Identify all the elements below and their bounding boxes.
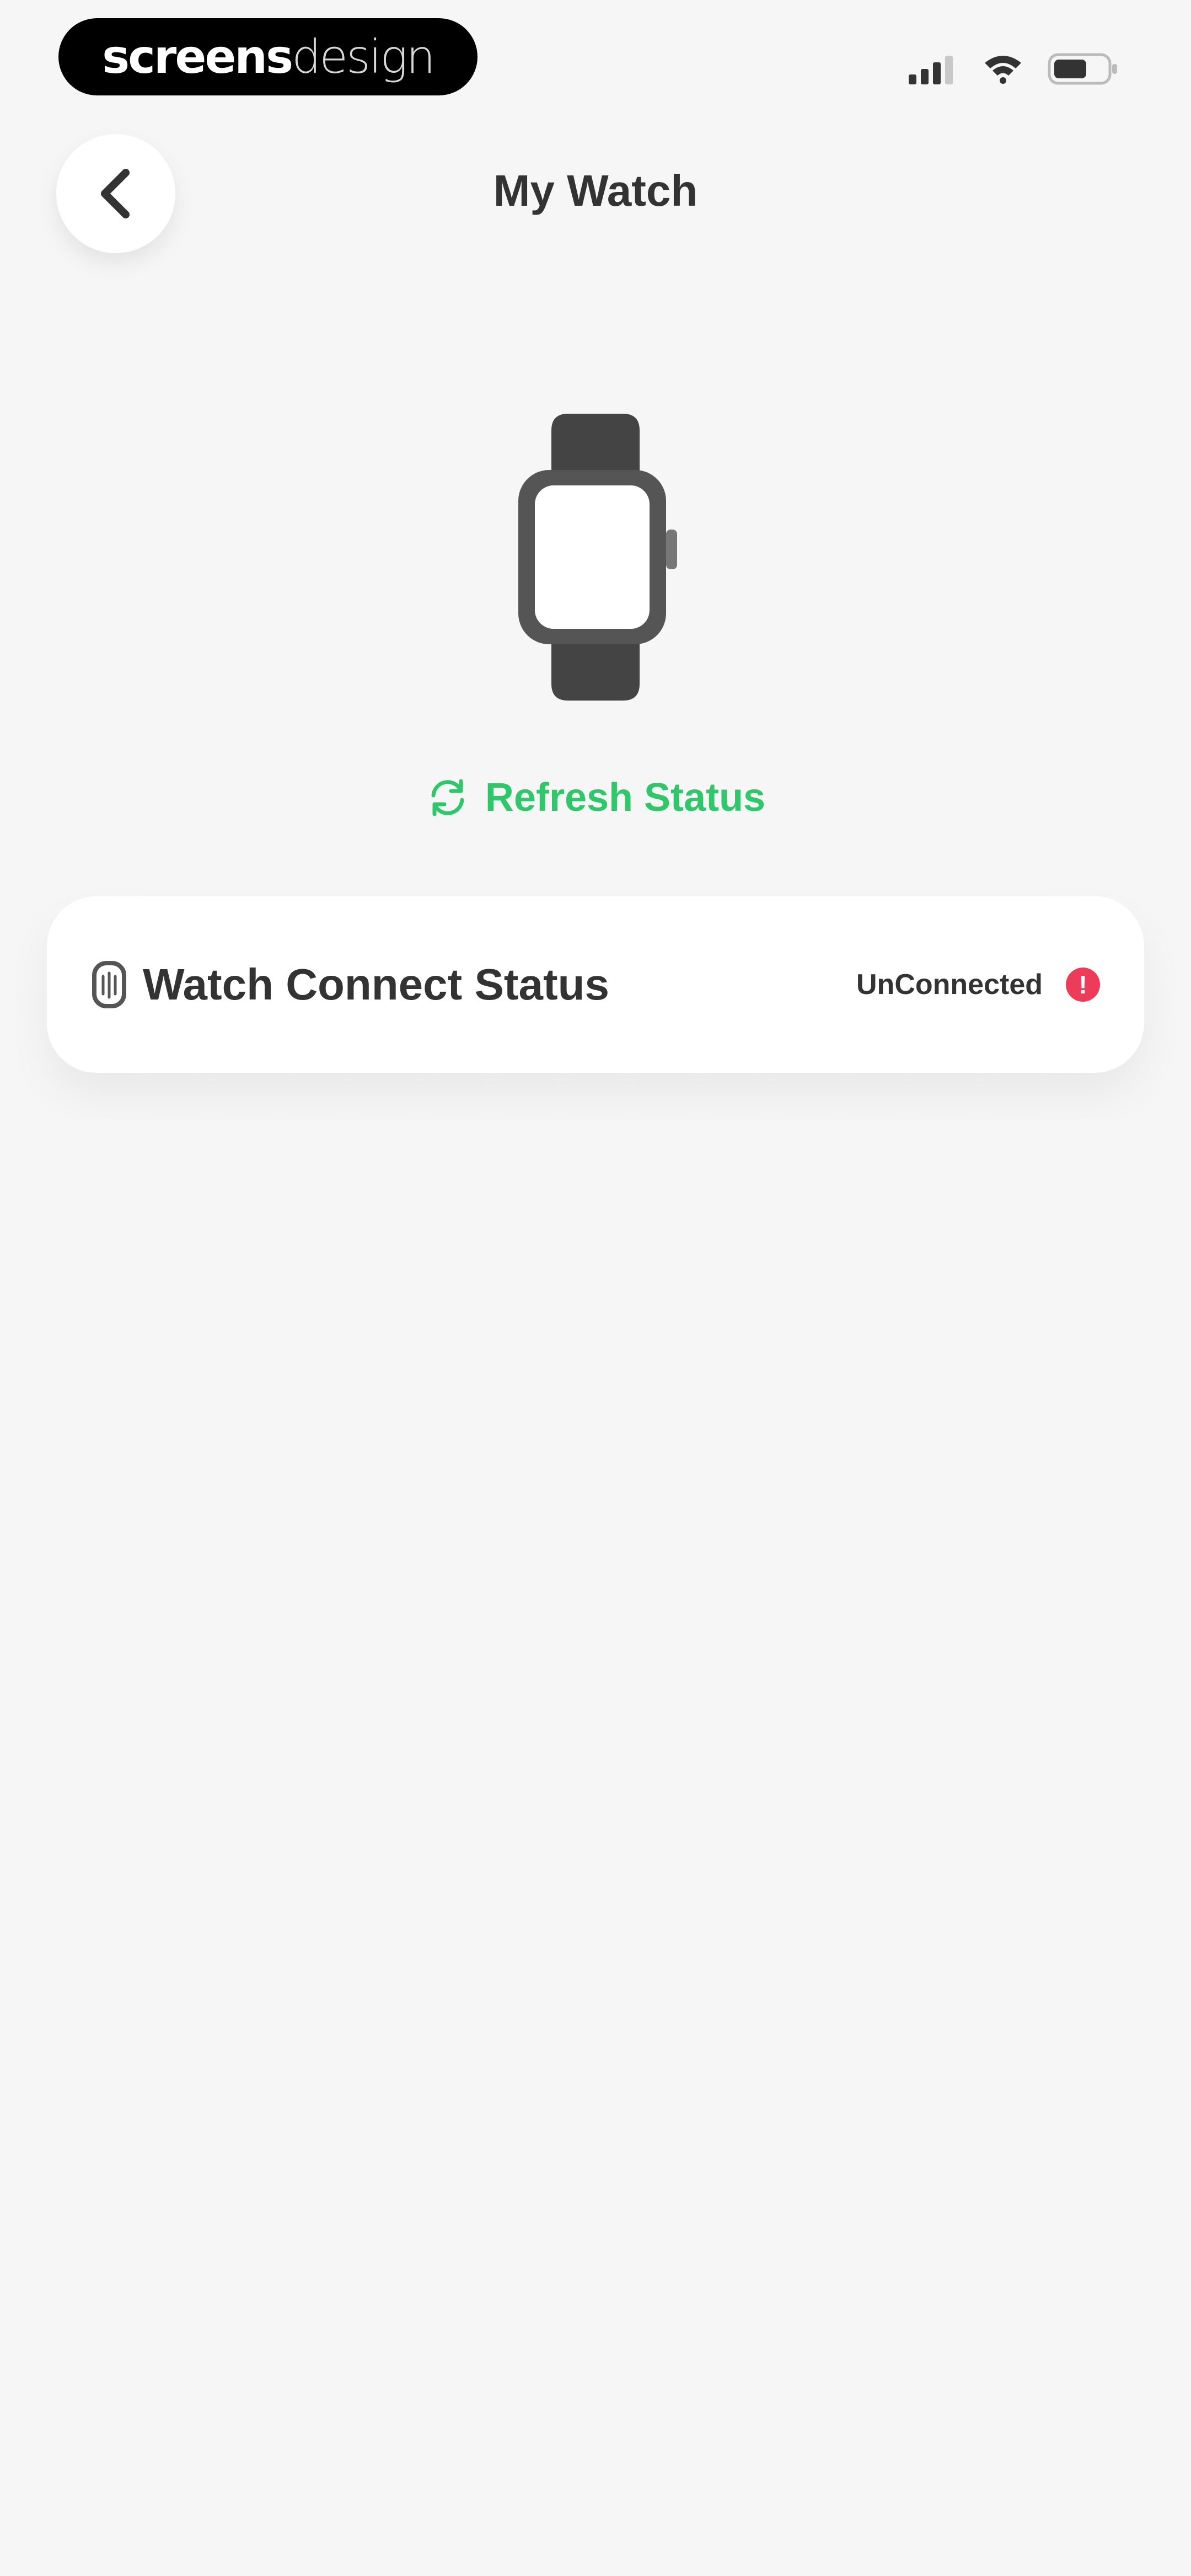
refresh-icon xyxy=(431,779,464,816)
refresh-status-label: Refresh Status xyxy=(485,776,766,820)
smartwatch-icon xyxy=(518,414,677,701)
wifi-icon xyxy=(985,56,1021,84)
status-bar: screens design xyxy=(0,0,1191,121)
card-left: Watch Connect Status xyxy=(91,959,609,1010)
brand-bold-text: screens xyxy=(102,30,293,84)
brand-logo: screens design xyxy=(58,18,478,95)
refresh-status-button[interactable]: Refresh Status xyxy=(0,775,1191,820)
page-title: My Watch xyxy=(493,166,698,215)
connection-status-value: UnConnected xyxy=(856,969,1043,1001)
alert-icon: ! xyxy=(1066,968,1100,1002)
battery-icon xyxy=(1048,53,1117,85)
watch-small-icon xyxy=(92,961,126,1008)
brand-light-text: design xyxy=(292,30,436,84)
watch-connect-status-card[interactable]: Watch Connect Status UnConnected ! xyxy=(47,896,1144,1073)
status-icons xyxy=(909,47,1119,91)
watch-connect-status-label: Watch Connect Status xyxy=(143,960,609,1009)
signal-icon xyxy=(909,56,953,84)
card-right: UnConnected ! xyxy=(856,968,1100,1002)
